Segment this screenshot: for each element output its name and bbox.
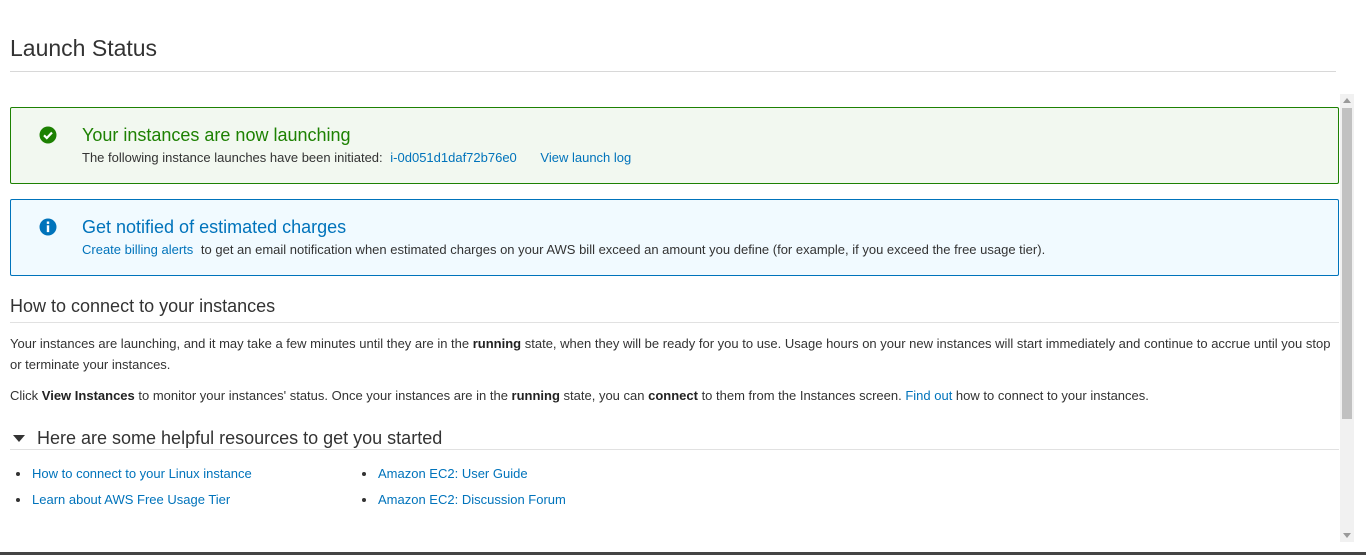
connect-divider [10,322,1339,323]
resources-divider [10,449,1339,450]
scroll-thumb[interactable] [1342,108,1352,419]
p2-connect-bold: connect [648,388,698,403]
p2-running-bold: running [511,388,560,403]
p2-text-c: state, you can [559,388,649,403]
p2-text-e: how to connect to your instances. [952,388,1149,403]
success-alert-title: Your instances are now launching [82,125,351,145]
scroll-up-icon[interactable] [1343,98,1351,103]
info-circle-icon [39,218,57,236]
info-alert-title: Get notified of estimated charges [82,217,347,237]
p2-text-b: to monitor your instances' status. Once … [134,388,512,403]
success-alert: Your instances are now launching The fol… [10,107,1339,184]
info-alert: Get notified of estimated charges Create… [10,199,1339,276]
resources-title: Here are some helpful resources to get y… [37,428,443,448]
page-title: Launch Status [10,35,158,61]
instance-id-link[interactable]: i-0d051d1daf72b76e0 [390,150,517,165]
p2-text-d: to them from the Instances screen. [697,388,906,403]
list-item: How to connect to your Linux instance [10,466,252,492]
list-item: Amazon EC2: User Guide [356,466,566,492]
resources-list-right: Amazon EC2: User Guide Amazon EC2: Discu… [356,466,566,518]
connect-section-title: How to connect to your instances [10,296,276,316]
info-alert-text: to get an email notification when estima… [200,242,1046,257]
p1-text-a: Your instances are launching, and it may… [10,336,473,351]
linux-connect-link[interactable]: How to connect to your Linux instance [32,466,252,481]
launching-paragraph: Your instances are launching, and it may… [10,333,1340,375]
check-circle-icon [39,126,57,144]
discussion-forum-link[interactable]: Amazon EC2: Discussion Forum [378,492,566,507]
view-instances-paragraph: Click View Instances to monitor your ins… [10,385,1340,406]
resources-list-left: How to connect to your Linux instance Le… [10,466,252,518]
list-item: Learn about AWS Free Usage Tier [10,492,252,518]
p1-running-bold: running [472,336,522,351]
alerts-container: Your instances are now launching The fol… [10,107,1339,276]
success-alert-text: The following instance launches have bee… [82,150,383,165]
vertical-scrollbar[interactable] [1340,94,1354,542]
resources-toggle[interactable]: Here are some helpful resources to get y… [10,428,442,449]
title-divider [10,71,1336,72]
view-launch-log-link[interactable]: View launch log [540,150,631,165]
list-item: Amazon EC2: Discussion Forum [356,492,566,518]
p2-view-instances-bold: View Instances [41,388,135,403]
find-out-link[interactable]: Find out [905,388,952,403]
caret-down-icon [13,435,25,442]
user-guide-link[interactable]: Amazon EC2: User Guide [378,466,528,481]
free-tier-link[interactable]: Learn about AWS Free Usage Tier [32,492,230,507]
scroll-down-icon[interactable] [1343,533,1351,538]
success-alert-body: The following instance launches have bee… [82,150,631,165]
p2-text-a: Click [10,388,42,403]
info-alert-body: Create billing alerts to get an email no… [82,242,1045,257]
create-billing-alerts-link[interactable]: Create billing alerts [82,242,193,257]
